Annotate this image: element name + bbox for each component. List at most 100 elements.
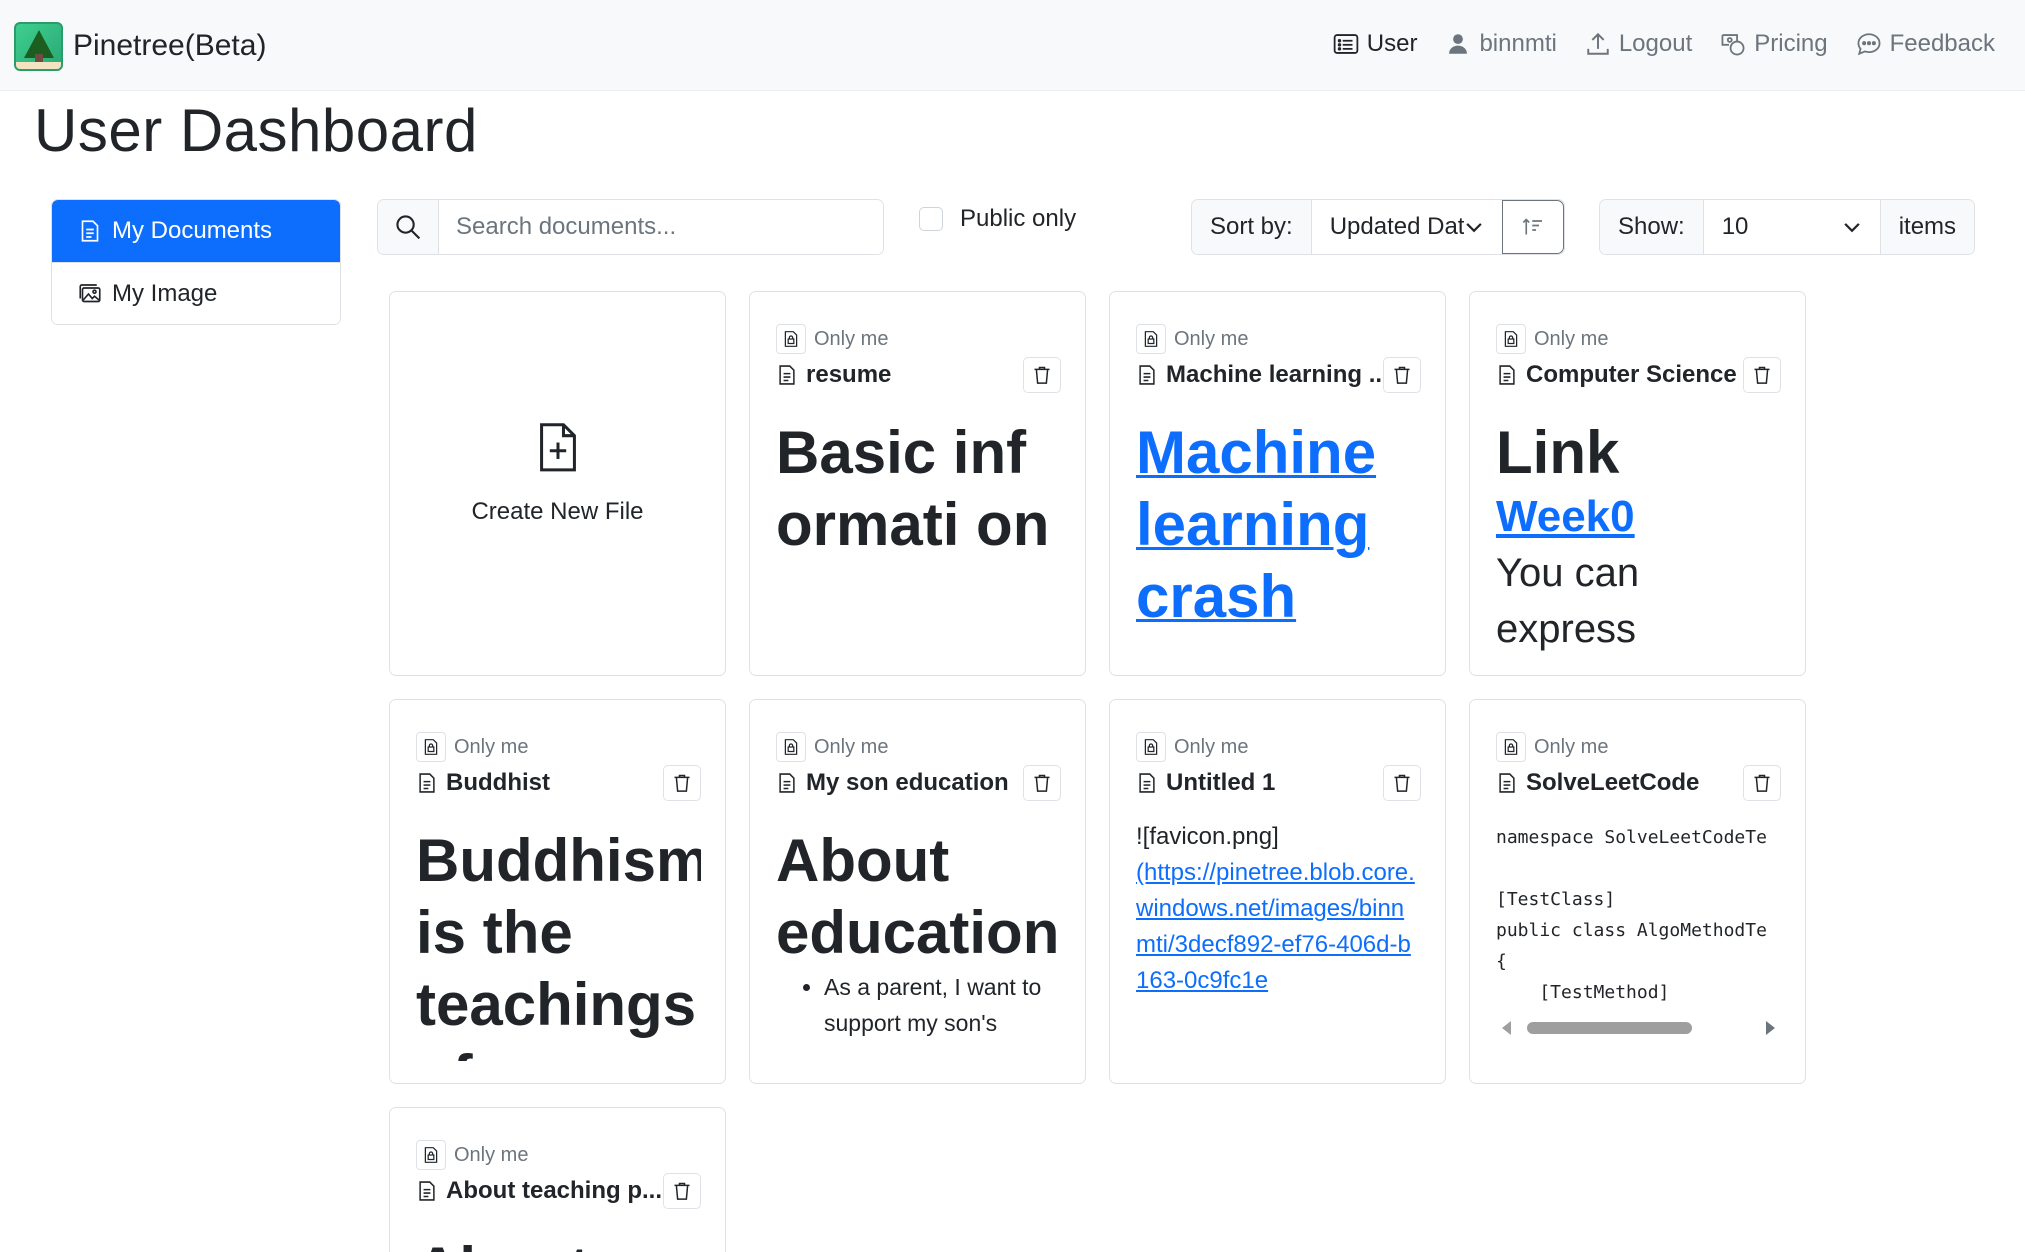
document-title[interactable]: Machine learning ... xyxy=(1166,361,1383,389)
delete-button[interactable] xyxy=(1743,357,1781,393)
nav-feedback[interactable]: Feedback xyxy=(1856,30,1995,58)
nav-feedback-label: Feedback xyxy=(1889,30,1995,57)
scroll-right-icon xyxy=(1766,1021,1775,1035)
top-navbar: Pinetree(Beta) User binnmti Logout Prici… xyxy=(0,0,2025,91)
document-title[interactable]: Untitled 1 xyxy=(1166,769,1383,797)
document-title[interactable]: My son education xyxy=(806,769,1023,797)
sidebar-item-label: My Image xyxy=(112,279,218,307)
document-title[interactable]: Buddhist xyxy=(446,769,663,797)
file-lock-icon xyxy=(1144,739,1158,755)
file-text-icon xyxy=(779,773,795,793)
page-title: User Dashboard xyxy=(34,97,478,164)
search-addon xyxy=(378,200,439,254)
nav-logout[interactable]: Logout xyxy=(1585,30,1692,58)
delete-button[interactable] xyxy=(1023,765,1061,801)
chat-dots-icon xyxy=(1857,33,1881,56)
page-size-select[interactable]: 10 xyxy=(1703,200,1880,254)
scrollbar-thumb[interactable] xyxy=(1527,1022,1692,1034)
sort-direction-button[interactable] xyxy=(1501,200,1564,254)
search-group xyxy=(377,199,884,255)
preview-heading: Link xyxy=(1496,419,1620,486)
file-text-icon xyxy=(81,220,99,242)
visibility-label: Only me xyxy=(454,1143,529,1166)
visibility-label: Only me xyxy=(1174,735,1249,758)
document-card[interactable]: Only me About teaching p... About xyxy=(389,1107,726,1252)
chevron-down-icon xyxy=(1844,223,1860,233)
document-preview: About xyxy=(416,1233,701,1252)
preview-link[interactable]: Machine learning crash xyxy=(1136,417,1421,633)
document-card[interactable]: Only me Computer Science Link Week0 You … xyxy=(1469,291,1806,676)
page-size-value: 10 xyxy=(1721,213,1749,240)
sidebar-item-label: My Documents xyxy=(112,217,273,244)
preview-code: namespace SolveLeetCodeTe [TestClass] pu… xyxy=(1496,827,1767,1003)
document-title[interactable]: About teaching p... xyxy=(446,1177,663,1205)
sidebar-item-my-image[interactable]: My Image xyxy=(52,262,340,324)
delete-button[interactable] xyxy=(1383,765,1421,801)
trash-icon xyxy=(1394,366,1410,384)
sort-select[interactable]: Updated Date xyxy=(1311,200,1502,254)
document-card[interactable]: Only me My son education About education… xyxy=(749,699,1086,1084)
delete-button[interactable] xyxy=(1023,357,1061,393)
visibility-badge: Only me xyxy=(416,732,528,762)
preview-heading: About xyxy=(416,1233,701,1252)
file-text-icon xyxy=(1499,773,1515,793)
brand[interactable]: Pinetree(Beta) xyxy=(14,20,266,72)
preview-text: ![favicon.png] xyxy=(1136,823,1279,850)
delete-button[interactable] xyxy=(663,765,701,801)
sidebar-item-my-documents[interactable]: My Documents xyxy=(52,200,340,262)
card-list-icon xyxy=(1333,34,1359,54)
visibility-badge: Only me xyxy=(1496,324,1608,354)
document-card[interactable]: Only me Buddhist Buddhism is the teachin… xyxy=(389,699,726,1084)
delete-button[interactable] xyxy=(1743,765,1781,801)
document-card[interactable]: Only me Machine learning ... Machine lea… xyxy=(1109,291,1446,676)
horizontal-scrollbar[interactable] xyxy=(1496,1021,1781,1035)
search-input[interactable] xyxy=(439,200,883,254)
public-only-checkbox[interactable] xyxy=(919,207,943,231)
visibility-label: Only me xyxy=(814,735,889,758)
sidebar: My Documents My Image xyxy=(51,199,341,325)
trash-icon xyxy=(674,774,690,792)
public-only-toggle: Public only xyxy=(919,205,1076,233)
visibility-label: Only me xyxy=(1534,735,1609,758)
items-label: items xyxy=(1879,200,1975,254)
visibility-badge: Only me xyxy=(776,324,888,354)
page-size-group: Show: 10 items xyxy=(1599,199,1976,255)
preview-bullet: As a parent, I want to support my son's xyxy=(824,969,1061,1041)
create-new-file-label: Create New File xyxy=(471,498,644,525)
show-label: Show: xyxy=(1600,200,1704,254)
visibility-badge: Only me xyxy=(1496,732,1608,762)
file-lock-icon xyxy=(784,331,798,347)
document-card[interactable]: Only me resume Basic informati on xyxy=(749,291,1086,676)
document-preview: ![favicon.png] (https://pinetree.blob.cor… xyxy=(1136,819,1421,1061)
preview-link[interactable]: (https://pinetree.blob.core.windows.net/… xyxy=(1136,859,1415,994)
trash-icon xyxy=(1034,774,1050,792)
nav-pricing[interactable]: Pricing xyxy=(1720,30,1828,58)
visibility-label: Only me xyxy=(454,735,529,758)
visibility-badge: Only me xyxy=(416,1140,528,1170)
brand-name: Pinetree(Beta) xyxy=(73,29,267,62)
visibility-label: Only me xyxy=(1174,327,1249,350)
sort-label: Sort by: xyxy=(1192,200,1312,254)
preview-heading: About education xyxy=(776,827,1060,966)
file-text-icon xyxy=(419,1181,435,1201)
file-lock-icon xyxy=(1504,331,1518,347)
nav-pricing-label: Pricing xyxy=(1754,30,1828,57)
nav-user-label: User xyxy=(1366,30,1418,57)
public-only-label: Public only xyxy=(960,205,1077,232)
delete-button[interactable] xyxy=(1383,357,1421,393)
document-card[interactable]: Only me SolveLeetCode namespace SolveLee… xyxy=(1469,699,1806,1084)
preview-text: You can express xyxy=(1496,551,1640,651)
preview-link[interactable]: Week0 xyxy=(1496,489,1781,545)
nav-username[interactable]: binnmti xyxy=(1445,30,1557,58)
create-new-file-card[interactable]: Create New File xyxy=(389,291,726,676)
delete-button[interactable] xyxy=(663,1173,701,1209)
document-title[interactable]: resume xyxy=(806,361,1023,389)
document-card[interactable]: Only me Untitled 1 ![favicon.png] (https:… xyxy=(1109,699,1446,1084)
document-preview: Link Week0 You can express xyxy=(1496,417,1781,653)
file-plus-icon xyxy=(539,423,576,472)
document-title[interactable]: SolveLeetCode xyxy=(1526,769,1743,797)
document-title[interactable]: Computer Science xyxy=(1526,361,1743,389)
scroll-left-icon xyxy=(1502,1021,1511,1035)
nav-user[interactable]: User xyxy=(1333,30,1418,58)
images-icon xyxy=(79,283,101,302)
